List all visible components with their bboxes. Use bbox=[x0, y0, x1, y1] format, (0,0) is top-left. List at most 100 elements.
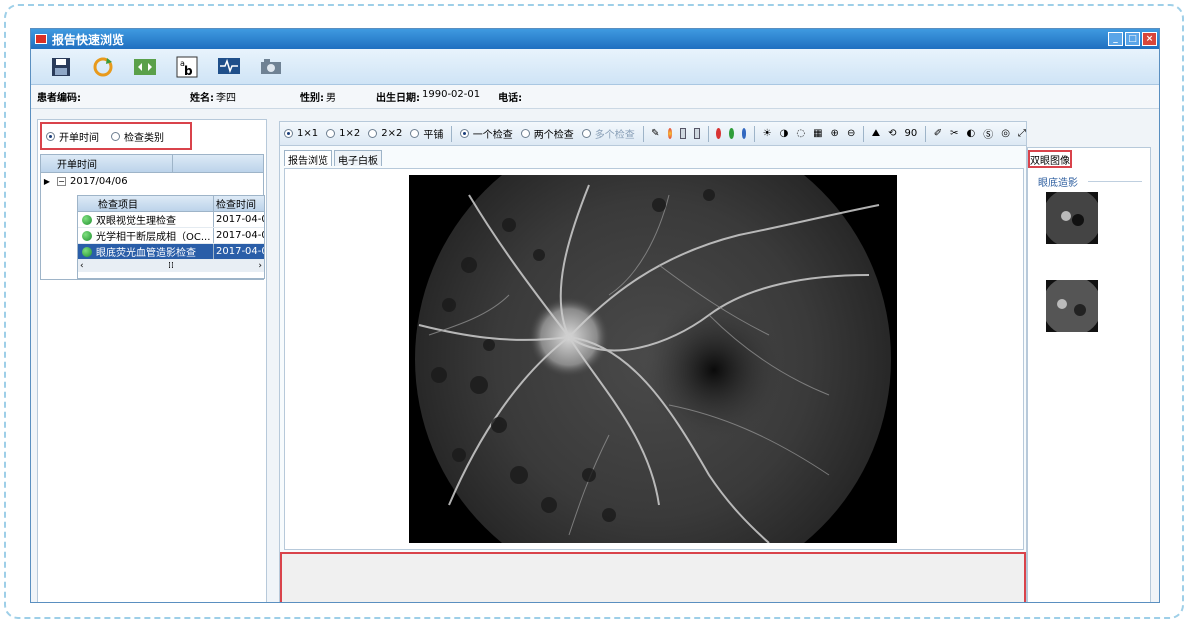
brush-icon[interactable]: ✎ bbox=[651, 128, 659, 139]
exam-tree: 开单时间 ▶ − 2017/04/06 检查项目 检查时间 双眼视觉生理检查 2… bbox=[40, 154, 265, 280]
layout-1x1[interactable]: 1×1 bbox=[284, 128, 318, 139]
svg-text:b: b bbox=[184, 64, 193, 78]
exam-grid-header: 检查项目 检查时间 bbox=[78, 196, 264, 212]
save-icon[interactable] bbox=[49, 55, 73, 79]
layout-1x2-label: 1×2 bbox=[339, 128, 361, 139]
scroll-grip-icon[interactable]: ⁞⁞ bbox=[168, 261, 174, 271]
right-panel: 双眼图像 眼底造影 bbox=[1027, 147, 1151, 602]
report-notes-area[interactable] bbox=[280, 552, 1026, 602]
rotate-angle-value: 90 bbox=[904, 128, 918, 139]
invert-icon[interactable]: ◌ bbox=[796, 128, 805, 139]
radio-unselected-icon bbox=[111, 131, 120, 141]
tab-report-browse[interactable]: 报告浏览 bbox=[284, 150, 332, 167]
text-icon[interactable]: ab bbox=[175, 55, 199, 79]
patient-name-value: 李四 bbox=[216, 93, 236, 104]
status-ok-icon bbox=[82, 230, 92, 241]
exam-item-time: 2017-04-0 bbox=[216, 214, 264, 225]
measure-icon[interactable]: ✂ bbox=[950, 128, 958, 139]
tree-header-open-time[interactable]: 开单时间 bbox=[57, 155, 173, 172]
center-panel: 1×1 1×2 2×2 平铺 一个检查 两个检查 多个检查 ✎ ☀ ◑ ◌ ▦ … bbox=[279, 121, 1027, 602]
image-viewer bbox=[284, 168, 1024, 550]
scroll-left-icon[interactable]: ‹ bbox=[80, 261, 84, 271]
window-title: 报告快速浏览 bbox=[52, 32, 125, 47]
row-pointer-icon: ▶ bbox=[43, 176, 51, 186]
color-icon[interactable] bbox=[667, 128, 673, 139]
radio-exam-type[interactable]: 检查类别 bbox=[111, 129, 164, 144]
circle-tool-icon[interactable]: ◐ bbox=[966, 128, 975, 139]
patient-phone-label: 电话: bbox=[498, 93, 523, 104]
patient-birth-value: 1990-02-01 bbox=[422, 89, 481, 100]
patient-id-label: 患者编码: bbox=[37, 93, 81, 104]
layout-tile[interactable]: 平铺 bbox=[410, 126, 443, 141]
rotate-icon[interactable]: ⟲ bbox=[888, 128, 896, 139]
pen-icon[interactable]: ✐ bbox=[934, 128, 942, 139]
camera-icon[interactable] bbox=[259, 55, 283, 79]
patient-sex-label: 性别: bbox=[300, 93, 324, 104]
scroll-right-icon[interactable]: › bbox=[258, 261, 262, 271]
group-divider bbox=[1088, 181, 1142, 182]
red-channel-icon[interactable] bbox=[716, 128, 721, 139]
tree-date-row[interactable]: ▶ − 2017/04/06 bbox=[41, 173, 263, 189]
film-icon[interactable] bbox=[680, 128, 687, 139]
exam-item-name: 光学相干断层成相（OC... bbox=[96, 232, 211, 243]
collapse-icon[interactable]: − bbox=[57, 176, 66, 186]
exam-multi[interactable]: 多个检查 bbox=[581, 126, 635, 141]
ring-tool-icon[interactable]: ◎ bbox=[1001, 128, 1010, 139]
s-tool-icon[interactable]: Ⓢ bbox=[983, 126, 993, 141]
grid-header-item[interactable]: 检查项目 bbox=[78, 196, 214, 211]
zoom-in-icon[interactable]: ⊕ bbox=[831, 128, 839, 139]
patient-sex-value: 男 bbox=[326, 93, 336, 104]
image-icon[interactable]: ▦ bbox=[813, 128, 822, 139]
radio-selected-icon bbox=[459, 129, 469, 138]
main-toolbar: ab bbox=[31, 49, 1159, 85]
radio-unselected-icon bbox=[520, 129, 530, 138]
exam-one[interactable]: 一个检查 bbox=[459, 126, 513, 141]
thumbnail-image[interactable] bbox=[1046, 192, 1098, 244]
fit-icon[interactable] bbox=[133, 55, 157, 79]
status-ok-icon bbox=[82, 246, 92, 257]
brightness-icon[interactable]: ☀ bbox=[763, 128, 772, 139]
table-row-selected[interactable]: 眼底荧光血管造影检查 2017-04-0 bbox=[78, 244, 264, 260]
left-panel: 开单时间 检查类别 开单时间 ▶ − 2017/04/06 检查项目 检查时间 bbox=[37, 119, 267, 602]
grid-header-time[interactable]: 检查时间 bbox=[214, 196, 264, 211]
zoom-out-icon[interactable]: ⊖ bbox=[847, 128, 855, 139]
horizontal-scrollbar[interactable]: ‹ ⁞⁞ › bbox=[78, 260, 264, 272]
patient-name-label: 姓名: bbox=[190, 93, 214, 104]
table-row[interactable]: 光学相干断层成相（OC... 2017-04-0 bbox=[78, 228, 264, 244]
radio-unselected-icon bbox=[410, 129, 420, 138]
table-row[interactable]: 双眼视觉生理检查 2017-04-0 bbox=[78, 212, 264, 228]
exam-item-time: 2017-04-0 bbox=[216, 246, 264, 257]
layout-2x2-label: 2×2 bbox=[381, 128, 403, 139]
fundus-angiography-image[interactable] bbox=[409, 175, 897, 543]
chart-icon[interactable] bbox=[694, 128, 700, 139]
layout-1x1-label: 1×1 bbox=[297, 128, 319, 139]
refresh-icon[interactable] bbox=[91, 55, 115, 79]
close-button[interactable]: × bbox=[1142, 32, 1157, 46]
fundus-angiography-group-label: 眼底造影 bbox=[1038, 178, 1078, 189]
exam-one-label: 一个检查 bbox=[472, 130, 513, 141]
monitor-icon[interactable] bbox=[217, 55, 241, 79]
radio-exam-type-label: 检查类别 bbox=[124, 132, 164, 144]
thumbnail-image[interactable] bbox=[1046, 280, 1098, 332]
maximize-button[interactable]: □ bbox=[1125, 32, 1140, 46]
contrast-icon[interactable]: ◑ bbox=[780, 128, 789, 139]
sort-mode-radio-group: 开单时间 检查类别 bbox=[40, 122, 192, 150]
radio-unselected-icon bbox=[368, 129, 378, 138]
center-tabs: 报告浏览 电子白板 bbox=[280, 150, 1026, 167]
exam-two[interactable]: 两个检查 bbox=[520, 126, 574, 141]
patient-info-bar: 患者编码: 姓名: 李四 性别: 男 出生日期: 1990-02-01 电话: bbox=[31, 85, 1159, 109]
radio-selected-icon bbox=[284, 129, 293, 138]
exam-item-name: 双眼视觉生理检查 bbox=[96, 216, 176, 227]
layout-2x2[interactable]: 2×2 bbox=[368, 128, 402, 139]
radio-selected-icon bbox=[46, 131, 55, 141]
tab-whiteboard[interactable]: 电子白板 bbox=[334, 150, 382, 167]
expand-icon[interactable]: ⤢ bbox=[1018, 128, 1026, 139]
radio-open-time[interactable]: 开单时间 bbox=[46, 129, 99, 144]
minimize-button[interactable]: _ bbox=[1108, 32, 1123, 46]
tab-both-eye-images[interactable]: 双眼图像 bbox=[1028, 150, 1072, 168]
green-channel-icon[interactable] bbox=[728, 128, 734, 139]
exam-grid: 检查项目 检查时间 双眼视觉生理检查 2017-04-0 光学相干断层成相（OC… bbox=[77, 195, 265, 279]
blue-channel-icon[interactable] bbox=[741, 128, 747, 139]
layout-1x2[interactable]: 1×2 bbox=[326, 128, 360, 139]
flip-icon[interactable]: ⛰ bbox=[872, 128, 880, 139]
